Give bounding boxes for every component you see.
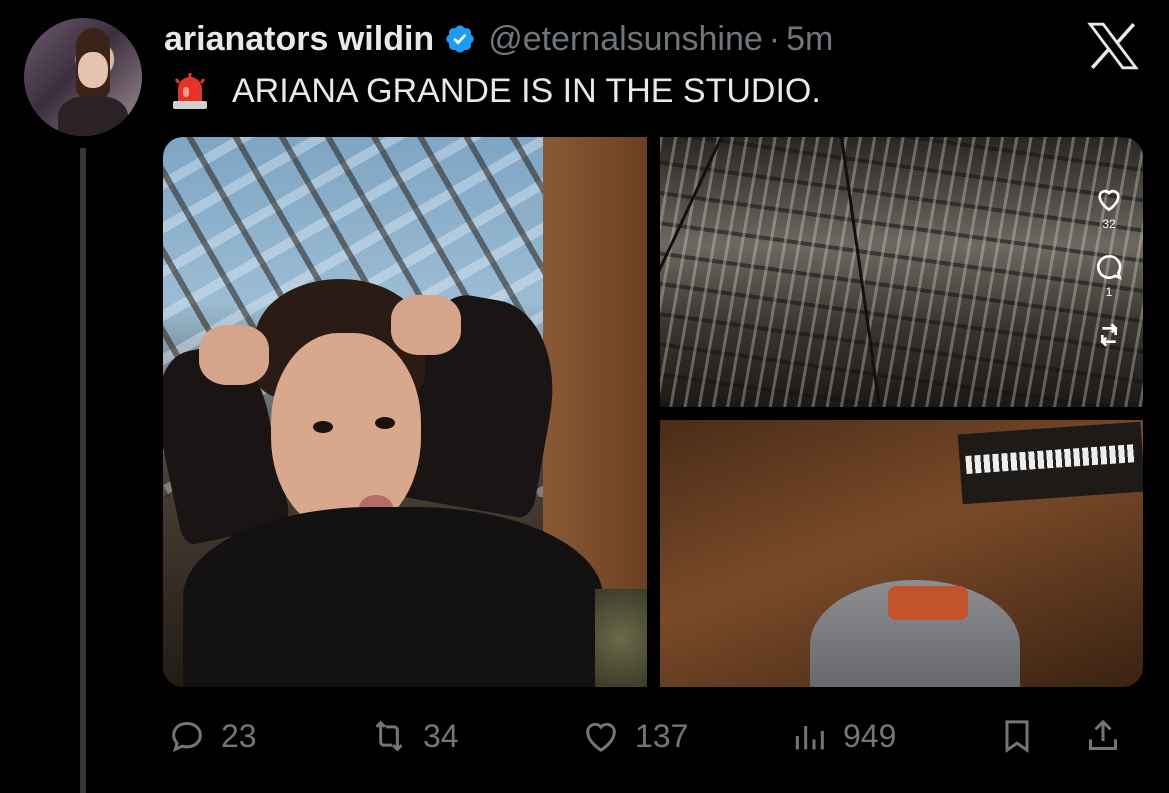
- media-grid: 32 1: [163, 137, 1143, 687]
- views-bar-chart-icon: [795, 726, 824, 750]
- comment-bubble-icon[interactable]: [1093, 251, 1125, 283]
- plant: [595, 589, 647, 687]
- tweet-text: ARIANA GRANDE IS IN THE STUDIO.: [170, 66, 821, 116]
- bookmark-icon: [1005, 720, 1029, 754]
- siren-icon: [173, 73, 207, 109]
- story-comment-count: 1: [1105, 285, 1113, 299]
- black-sweater: [183, 507, 603, 687]
- tweet: arianators wildin @eternalsunshine · 5m …: [0, 0, 1169, 793]
- story-side-actions: 32 1: [1089, 183, 1129, 351]
- heart-icon[interactable]: [1093, 183, 1125, 215]
- eye-left: [313, 421, 333, 433]
- bookmark-button[interactable]: [997, 712, 1037, 760]
- photo-selfie[interactable]: [163, 137, 647, 687]
- thread-line: [80, 148, 86, 793]
- display-name[interactable]: arianators wildin: [164, 20, 434, 59]
- photo-studio-cap[interactable]: [660, 420, 1143, 687]
- share-button[interactable]: [1083, 712, 1123, 760]
- repost-icon: [375, 720, 403, 752]
- avatar-body: [58, 96, 128, 136]
- ceiling-grid: [660, 137, 1143, 407]
- cap-patch: [888, 586, 968, 620]
- action-bar: 23 34 137 949: [163, 712, 1143, 760]
- reply-button[interactable]: 23: [167, 712, 257, 760]
- tweet-body: ARIANA GRANDE IS IN THE STUDIO.: [232, 71, 821, 110]
- timestamp[interactable]: 5m: [786, 20, 833, 59]
- views-button[interactable]: 949: [789, 712, 896, 760]
- repost-button[interactable]: 34: [369, 712, 459, 760]
- view-count: 949: [843, 717, 897, 754]
- repost-count: 34: [423, 717, 459, 754]
- x-logo-icon[interactable]: [1086, 22, 1140, 70]
- keyboard: [957, 421, 1143, 505]
- like-button[interactable]: 137: [581, 712, 688, 760]
- avatar[interactable]: [24, 18, 142, 136]
- like-count: 137: [635, 717, 689, 754]
- reply-icon: [172, 721, 202, 753]
- repost-icon[interactable]: [1093, 319, 1125, 351]
- tweet-header: arianators wildin @eternalsunshine · 5m: [164, 16, 833, 62]
- story-like-count: 32: [1102, 217, 1116, 231]
- photo-ceiling[interactable]: 32 1: [660, 137, 1143, 407]
- heart-icon: [586, 722, 616, 752]
- hand-right: [391, 295, 461, 355]
- reply-count: 23: [221, 717, 257, 754]
- separator-dot: ·: [768, 19, 781, 58]
- share-icon: [1089, 719, 1117, 750]
- avatar-face: [78, 52, 108, 88]
- verified-badge-icon: [446, 25, 474, 53]
- eye-right: [375, 417, 395, 429]
- handle[interactable]: @eternalsunshine: [488, 20, 763, 59]
- hand-left: [199, 325, 269, 385]
- person-face: [271, 333, 421, 533]
